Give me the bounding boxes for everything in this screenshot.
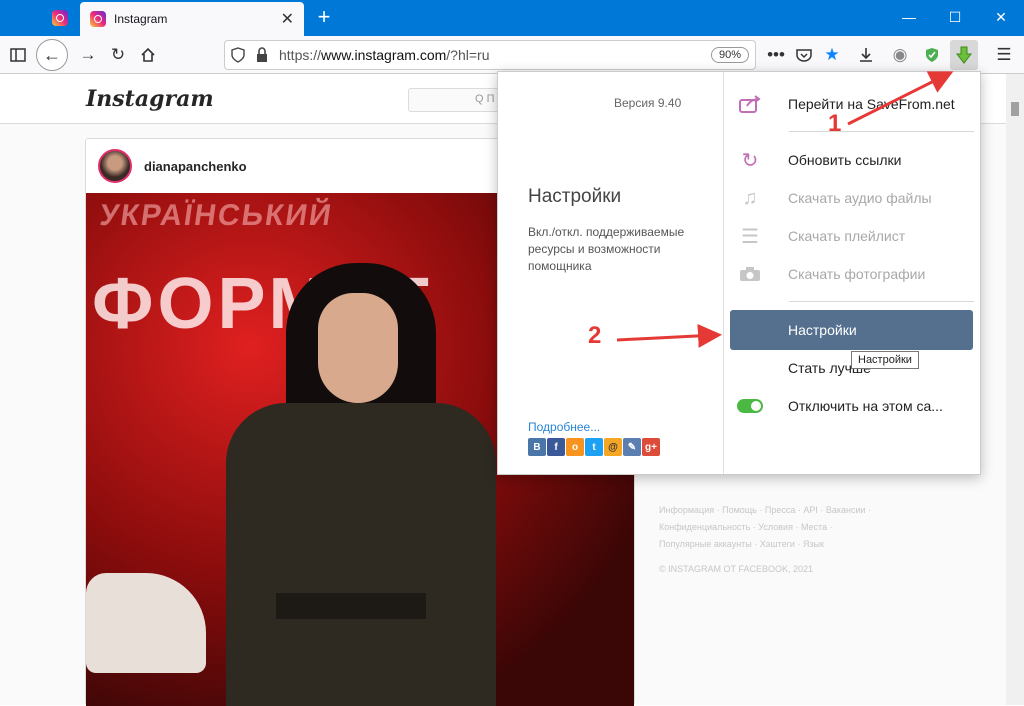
adguard-shield-icon[interactable] [918,41,946,69]
social-links: В f o t @ ✎ g+ [528,438,660,456]
tab-instagram[interactable]: Instagram ✕ [80,2,304,36]
scroll-thumb[interactable] [1011,102,1019,116]
maximize-button[interactable]: ☐ [932,0,978,36]
photo-text-top: УКРАЇНСЬКИЙ [97,199,336,232]
disable-on-site-item[interactable]: Отключить на этом са... [730,388,974,424]
home-button[interactable] [134,41,162,69]
savefrom-popup: Версия 9.40 Настройки Вкл./откл. поддерж… [497,71,981,475]
playlist-icon: ☰ [741,225,759,248]
refresh-links-item[interactable]: ↻ Обновить ссылки [730,142,974,178]
livejournal-icon[interactable]: ✎ [623,438,641,456]
chair-shape [86,573,206,673]
lock-icon [257,47,267,62]
url-text[interactable]: https://www.instagram.com/?hl=ru [279,47,711,63]
toggle-switch[interactable] [737,399,763,413]
new-tab-button[interactable]: + [312,4,336,32]
address-bar[interactable]: https://www.instagram.com/?hl=ru 90% [224,40,756,70]
hamburger-menu-icon[interactable]: ☰ [990,41,1018,69]
belt-shape [276,593,426,619]
external-link-icon [730,95,770,113]
savefrom-extension-button[interactable] [950,40,978,70]
instagram-logo[interactable]: Instagram [86,86,214,112]
sidebar-icon[interactable] [4,41,32,69]
google-plus-icon[interactable]: g+ [642,438,660,456]
post-username[interactable]: dianapanchenko [144,159,247,174]
menu-divider [789,131,974,132]
download-photos-item[interactable]: Скачать фотографии [730,256,974,292]
nav-toolbar: ← → ↻ https://www.instagram.com/?hl=ru 9… [0,36,1024,74]
twitter-icon[interactable]: t [585,438,603,456]
person-face-shape [318,293,398,403]
facebook-icon[interactable]: f [547,438,565,456]
close-window-button[interactable]: ✕ [978,0,1024,36]
close-tab-icon[interactable]: ✕ [281,9,294,29]
download-icon[interactable] [852,41,880,69]
shield-icon [231,47,245,63]
back-button[interactable]: ← [36,39,68,71]
instagram-icon [90,11,106,27]
pocket-icon[interactable] [790,41,818,69]
mailru-icon[interactable]: @ [604,438,622,456]
info-title: Настройки [528,186,622,207]
home-icon [141,47,155,62]
camera-icon [730,266,770,282]
menu-divider [789,301,974,302]
more-actions-icon[interactable]: ••• [762,41,790,69]
minimize-button[interactable]: — [886,0,932,36]
scrollbar[interactable] [1006,74,1024,705]
annotation-step-1: 1 [828,110,842,137]
popup-info-panel: Версия 9.40 Настройки Вкл./откл. поддерж… [498,72,724,474]
info-description: Вкл./откл. поддерживаемые ресурсы и возм… [528,225,685,273]
download-audio-item[interactable]: ♫ Скачать аудио файлы [730,180,974,216]
search-input[interactable]: Q П [408,88,508,112]
refresh-icon: ↻ [741,149,759,172]
vk-icon[interactable]: В [528,438,546,456]
odnoklassniki-icon[interactable]: o [566,438,584,456]
avatar[interactable] [98,149,132,183]
footer-links[interactable]: Информация · Помощь · Пресса · API · Вак… [659,502,909,553]
title-bar: Instagram ✕ + — ☐ ✕ [0,0,1024,36]
forward-button[interactable]: → [74,41,102,69]
download-playlist-item[interactable]: ☰ Скачать плейлист [730,218,974,254]
person-body-shape [226,403,496,706]
reload-button[interactable]: ↻ [104,41,132,69]
arrow-left-icon: ← [43,44,61,65]
bookmark-star-icon[interactable]: ★ [818,41,846,69]
version-label: Версия 9.40 [614,96,682,110]
more-link[interactable]: Подробнее... [528,420,600,434]
instagram-icon [52,10,68,26]
zoom-indicator[interactable]: 90% [710,47,749,63]
settings-item[interactable]: Настройки [730,310,973,350]
pinned-tab-instagram[interactable] [44,4,76,32]
reload-icon: ↻ [110,45,126,64]
arrow-right-icon: → [79,45,97,64]
settings-tooltip: Настройки [851,351,919,369]
goto-savefrom-item[interactable]: Перейти на SaveFrom.net [730,86,974,122]
tab-title: Instagram [114,12,168,26]
copyright: © INSTAGRAM ОТ FACEBOOK, 2021 [659,564,814,574]
globe-icon[interactable]: ◉ [886,41,914,69]
savefrom-icon [955,46,973,64]
music-note-icon: ♫ [742,186,758,209]
annotation-step-2: 2 [588,322,602,349]
